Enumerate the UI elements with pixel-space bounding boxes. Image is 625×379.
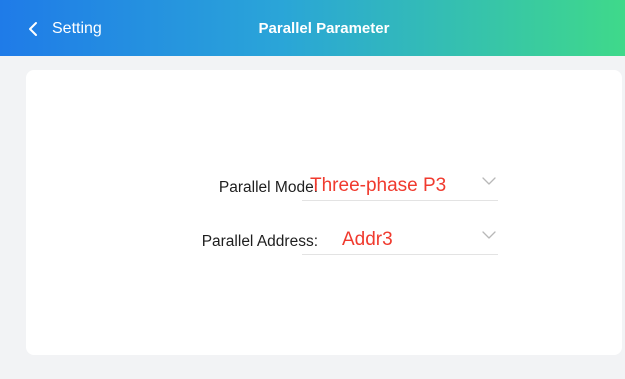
settings-card: Parallel Mode: Three-phase P3 Parallel A… <box>26 70 622 355</box>
parallel-address-select[interactable]: Addr3 <box>302 226 498 255</box>
page-title: Parallel Parameter <box>258 20 390 37</box>
parallel-address-value: Addr3 <box>342 229 393 250</box>
header-bar: Setting Parallel Parameter <box>0 0 625 56</box>
back-label: Setting <box>52 20 102 37</box>
chevron-down-icon <box>482 173 496 185</box>
parallel-mode-select[interactable]: Three-phase P3 <box>302 172 498 201</box>
parallel-mode-value: Three-phase P3 <box>310 175 447 196</box>
parallel-address-label: Parallel Address: <box>201 233 318 250</box>
chevron-down-icon <box>482 227 496 239</box>
chevron-left-icon <box>28 20 42 38</box>
parallel-address-row: Parallel Address: Addr3 <box>26 226 622 256</box>
back-button[interactable]: Setting <box>28 18 102 40</box>
parallel-mode-row: Parallel Mode: Three-phase P3 <box>26 172 622 202</box>
